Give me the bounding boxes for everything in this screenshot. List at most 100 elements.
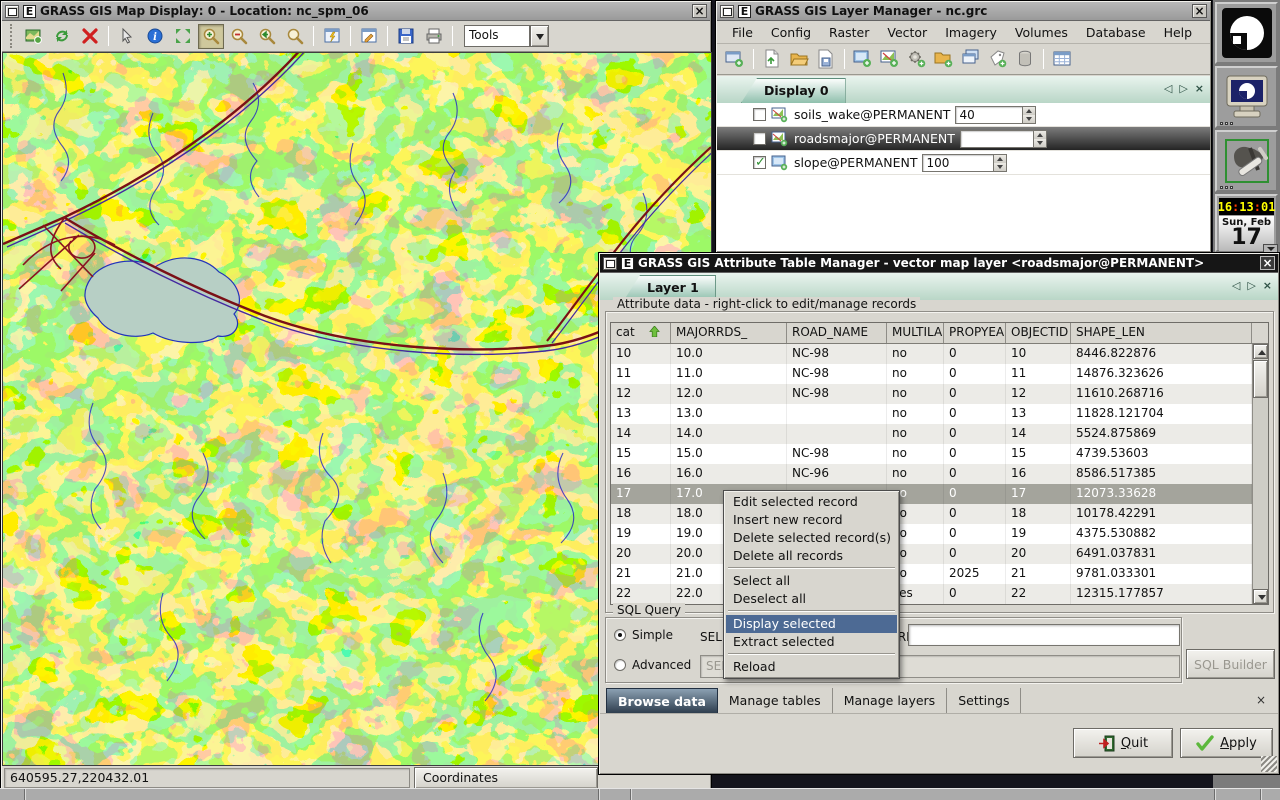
menu-vector[interactable]: Vector <box>878 23 936 42</box>
opacity-spinner[interactable]: 100 <box>922 154 1007 172</box>
tab-display-0[interactable]: Display 0 <box>741 78 846 103</box>
tab-scroll-right-icon[interactable] <box>1247 279 1255 292</box>
map-display-icon[interactable] <box>21 24 47 49</box>
tab-close-icon[interactable] <box>1263 279 1272 292</box>
zoom-out-icon[interactable] <box>226 24 252 49</box>
menu-item[interactable]: Delete all records <box>726 547 897 565</box>
scrollbar-thumb[interactable] <box>1253 360 1268 398</box>
layer-tree-empty-area[interactable] <box>717 175 1210 251</box>
menu-imagery[interactable]: Imagery <box>936 23 1006 42</box>
column-header-road-name[interactable]: ROAD_NAME <box>787 323 887 343</box>
table-row[interactable]: 15 15.0 NC-98 no 0 15 4739.53603 <box>611 444 1252 464</box>
add-group-icon[interactable] <box>932 47 956 71</box>
opacity-value[interactable]: 40 <box>955 106 1023 124</box>
tools-combobox-value[interactable]: Tools <box>464 25 530 47</box>
advanced-radio[interactable] <box>614 659 626 671</box>
column-header-cat[interactable]: cat <box>611 323 671 343</box>
notebook-close-icon[interactable] <box>1256 688 1266 713</box>
tab-close-icon[interactable] <box>1195 82 1204 95</box>
attribute-table-icon[interactable] <box>1050 47 1074 71</box>
menu-volumes[interactable]: Volumes <box>1006 23 1077 42</box>
window-menu-icon[interactable] <box>5 5 19 18</box>
new-workspace-icon[interactable] <box>760 47 784 71</box>
spin-up-icon[interactable] <box>994 155 1006 163</box>
window-menu-icon[interactable] <box>603 257 617 270</box>
menu-item[interactable] <box>726 565 897 572</box>
table-row[interactable]: 20 20.0 no 0 20 6491.037831 <box>611 544 1252 564</box>
tab-browse-data[interactable]: Browse data <box>606 688 718 713</box>
layer-checkbox[interactable] <box>753 156 766 169</box>
open-workspace-icon[interactable] <box>787 47 811 71</box>
close-icon[interactable] <box>1260 256 1275 270</box>
add-overlay-icon[interactable] <box>356 24 382 49</box>
tab-settings[interactable]: Settings <box>947 688 1021 713</box>
table-row[interactable]: 13 13.0 no 0 13 11828.121704 <box>611 404 1252 424</box>
table-row[interactable]: 11 11.0 NC-98 no 0 11 14876.323626 <box>611 364 1252 384</box>
menu-item[interactable]: Extract selected <box>726 633 897 651</box>
start-display-icon[interactable] <box>723 47 747 71</box>
menu-item[interactable]: Reload <box>726 658 897 676</box>
map-display-titlebar[interactable]: GRASS GIS Map Display: 0 - Location: nc_… <box>2 2 710 21</box>
zoom-in-icon[interactable] <box>198 24 224 49</box>
opacity-spinner[interactable]: 100 <box>960 130 1047 148</box>
desktop-taskbar[interactable] <box>0 788 1280 800</box>
menu-item[interactable]: Select all <box>726 572 897 590</box>
spin-down-icon[interactable] <box>994 163 1006 171</box>
opacity-spinner[interactable]: 40 <box>955 106 1036 124</box>
tools-combobox[interactable]: Tools <box>464 25 549 47</box>
tools-wrench-icon[interactable] <box>1215 130 1278 192</box>
table-row[interactable]: 17 17.0 no 0 17 12073.33628 <box>611 484 1252 504</box>
toolbar-grip[interactable] <box>10 24 15 48</box>
layer-manager-titlebar[interactable]: GRASS GIS Layer Manager - nc.grc <box>717 2 1210 21</box>
tab-scroll-right-icon[interactable] <box>1179 82 1187 95</box>
pointer-icon[interactable] <box>114 24 140 49</box>
spin-down-icon[interactable] <box>1034 139 1046 147</box>
table-row[interactable]: 10 10.0 NC-98 no 0 10 8446.822876 <box>611 344 1252 364</box>
table-row[interactable]: 16 16.0 NC-96 no 0 16 8586.517385 <box>611 464 1252 484</box>
simple-radio[interactable] <box>614 629 626 641</box>
column-header-propyear[interactable]: PROPYEAR <box>944 323 1006 343</box>
close-icon[interactable] <box>692 4 707 18</box>
quit-button[interactable]: Quit <box>1073 728 1173 758</box>
layer-row-soils[interactable]: soils_wake@PERMANENT 40 <box>717 103 1210 127</box>
sql-builder-button[interactable]: SQL Builder <box>1186 649 1275 679</box>
scroll-up-icon[interactable] <box>1253 344 1268 359</box>
table-row[interactable]: 18 18.0 no 0 18 10178.42291 <box>611 504 1252 524</box>
menu-item[interactable]: Deselect all <box>726 590 897 608</box>
table-row[interactable]: 19 19.0 no 0 19 4375.530882 <box>611 524 1252 544</box>
menu-item[interactable]: Edit selected record <box>726 493 897 511</box>
close-icon[interactable] <box>1192 4 1207 18</box>
table-row[interactable]: 21 21.0 no 2025 21 9781.033301 <box>611 564 1252 584</box>
spin-up-icon[interactable] <box>1023 107 1035 115</box>
grass-logo-icon[interactable] <box>1215 2 1278 64</box>
delete-layer-icon[interactable] <box>1013 47 1037 71</box>
layer-checkbox[interactable] <box>753 132 766 145</box>
attribute-manager-titlebar[interactable]: GRASS GIS Attribute Table Manager - vect… <box>600 254 1278 273</box>
zoom-extent-icon[interactable] <box>282 24 308 49</box>
column-header-objectid[interactable]: OBJECTID <box>1006 323 1071 343</box>
column-header-shape-len[interactable]: SHAPE_LEN <box>1071 323 1252 343</box>
menu-database[interactable]: Database <box>1077 23 1155 42</box>
column-header-multilane[interactable]: MULTILANE <box>887 323 944 343</box>
save-file-icon[interactable] <box>393 24 419 49</box>
zoom-previous-icon[interactable] <box>254 24 280 49</box>
layer-checkbox[interactable] <box>753 108 766 121</box>
monitor-icon[interactable] <box>1215 66 1278 128</box>
menu-item[interactable]: Insert new record <box>726 511 897 529</box>
add-command-icon[interactable] <box>905 47 929 71</box>
query-icon[interactable]: i <box>142 24 168 49</box>
analyze-icon[interactable] <box>319 24 345 49</box>
spin-down-icon[interactable] <box>1023 115 1035 123</box>
add-labels-icon[interactable] <box>986 47 1010 71</box>
statusbar-mode-select[interactable]: Coordinates <box>414 767 598 789</box>
resize-grip[interactable] <box>1261 756 1277 772</box>
menu-item[interactable] <box>726 651 897 658</box>
pan-extent-icon[interactable] <box>170 24 196 49</box>
erase-display-icon[interactable] <box>77 24 103 49</box>
table-row[interactable]: 14 14.0 no 0 14 5524.875869 <box>611 424 1252 444</box>
menu-help[interactable]: Help <box>1155 23 1202 42</box>
copy-layer-icon[interactable] <box>959 47 983 71</box>
menu-item[interactable]: Delete selected record(s) <box>726 529 897 547</box>
chevron-down-icon[interactable] <box>530 25 549 47</box>
tab-scroll-left-icon[interactable] <box>1232 279 1240 292</box>
